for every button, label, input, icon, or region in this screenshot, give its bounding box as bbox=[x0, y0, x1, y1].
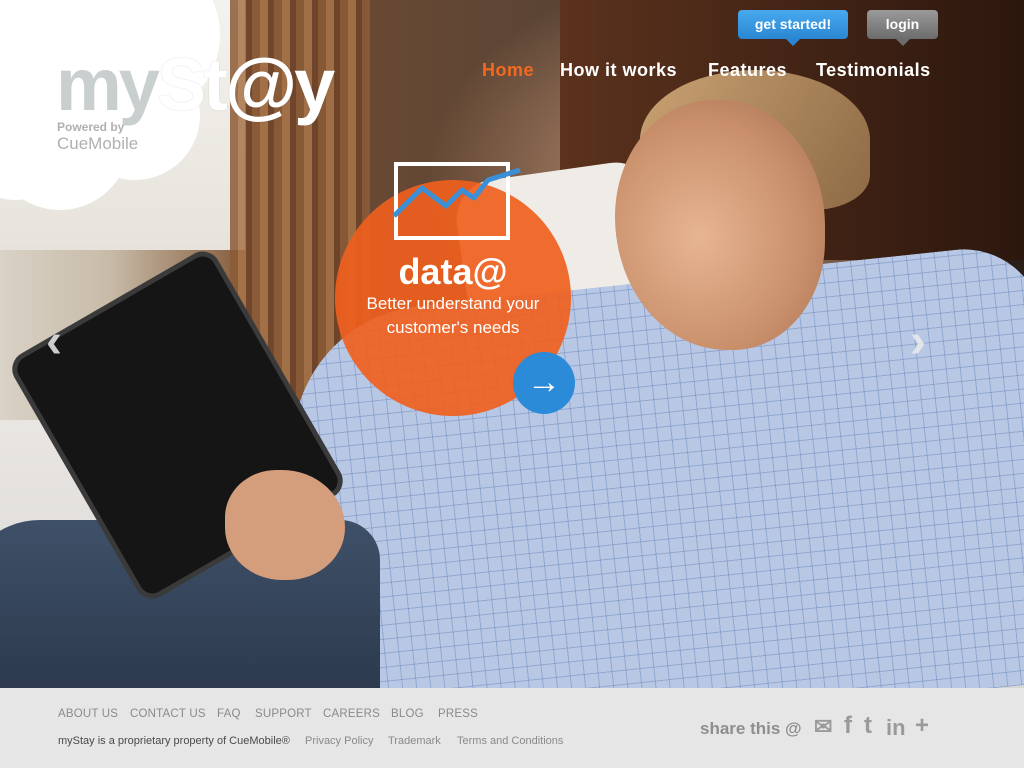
logo-part-my: my bbox=[56, 43, 160, 126]
footer-link-press[interactable]: PRESS bbox=[438, 708, 478, 720]
carousel-next-arrow-icon[interactable]: › bbox=[910, 318, 926, 366]
footer-link-about-us[interactable]: ABOUT US bbox=[58, 708, 118, 720]
footer-link-contact-us[interactable]: CONTACT US bbox=[130, 708, 206, 720]
feature-subtitle: Better understand your customer's needs bbox=[366, 294, 540, 337]
footer-link-faq[interactable]: FAQ bbox=[217, 708, 241, 720]
linkedin-share-icon[interactable]: in bbox=[886, 717, 906, 739]
login-button[interactable]: login bbox=[867, 10, 938, 46]
twitter-share-icon[interactable]: t bbox=[864, 714, 872, 738]
get-started-button[interactable]: get started! bbox=[738, 10, 848, 46]
footer-link-careers[interactable]: CAREERS bbox=[323, 708, 380, 720]
email-share-icon[interactable]: ✉ bbox=[814, 716, 832, 738]
facebook-share-icon[interactable]: f bbox=[844, 714, 852, 738]
chart-icon-line bbox=[392, 168, 521, 218]
nav-testimonials[interactable]: Testimonials bbox=[816, 60, 931, 81]
footer-link-privacy-policy[interactable]: Privacy Policy bbox=[305, 735, 373, 747]
footer-link-trademark[interactable]: Trademark bbox=[388, 735, 441, 747]
footer: ABOUT US CONTACT US FAQ SUPPORT CAREERS … bbox=[0, 688, 1024, 768]
carousel-prev-arrow-icon[interactable]: ‹ bbox=[46, 318, 62, 366]
footer-link-support[interactable]: SUPPORT bbox=[255, 708, 312, 720]
feature-go-arrow-button[interactable]: → bbox=[513, 352, 575, 414]
brand-name: CueMobile bbox=[57, 134, 139, 153]
footer-link-blog[interactable]: BLOG bbox=[391, 708, 424, 720]
site-logo[interactable]: mySt@y bbox=[56, 48, 335, 122]
hero-person-hand bbox=[225, 470, 345, 580]
plus-share-icon[interactable]: + bbox=[915, 714, 929, 738]
nav-how-it-works[interactable]: How it works bbox=[560, 60, 677, 81]
share-label: share this @ bbox=[700, 719, 802, 738]
nav-features[interactable]: Features bbox=[708, 60, 787, 81]
footer-copyright: myStay is a proprietary property of CueM… bbox=[58, 735, 290, 747]
nav-home[interactable]: Home bbox=[482, 60, 534, 81]
feature-title: data@ bbox=[398, 251, 508, 292]
footer-link-terms[interactable]: Terms and Conditions bbox=[457, 735, 563, 747]
logo-part-stay: St@y bbox=[156, 43, 335, 126]
powered-by-label: Powered by bbox=[57, 120, 125, 134]
